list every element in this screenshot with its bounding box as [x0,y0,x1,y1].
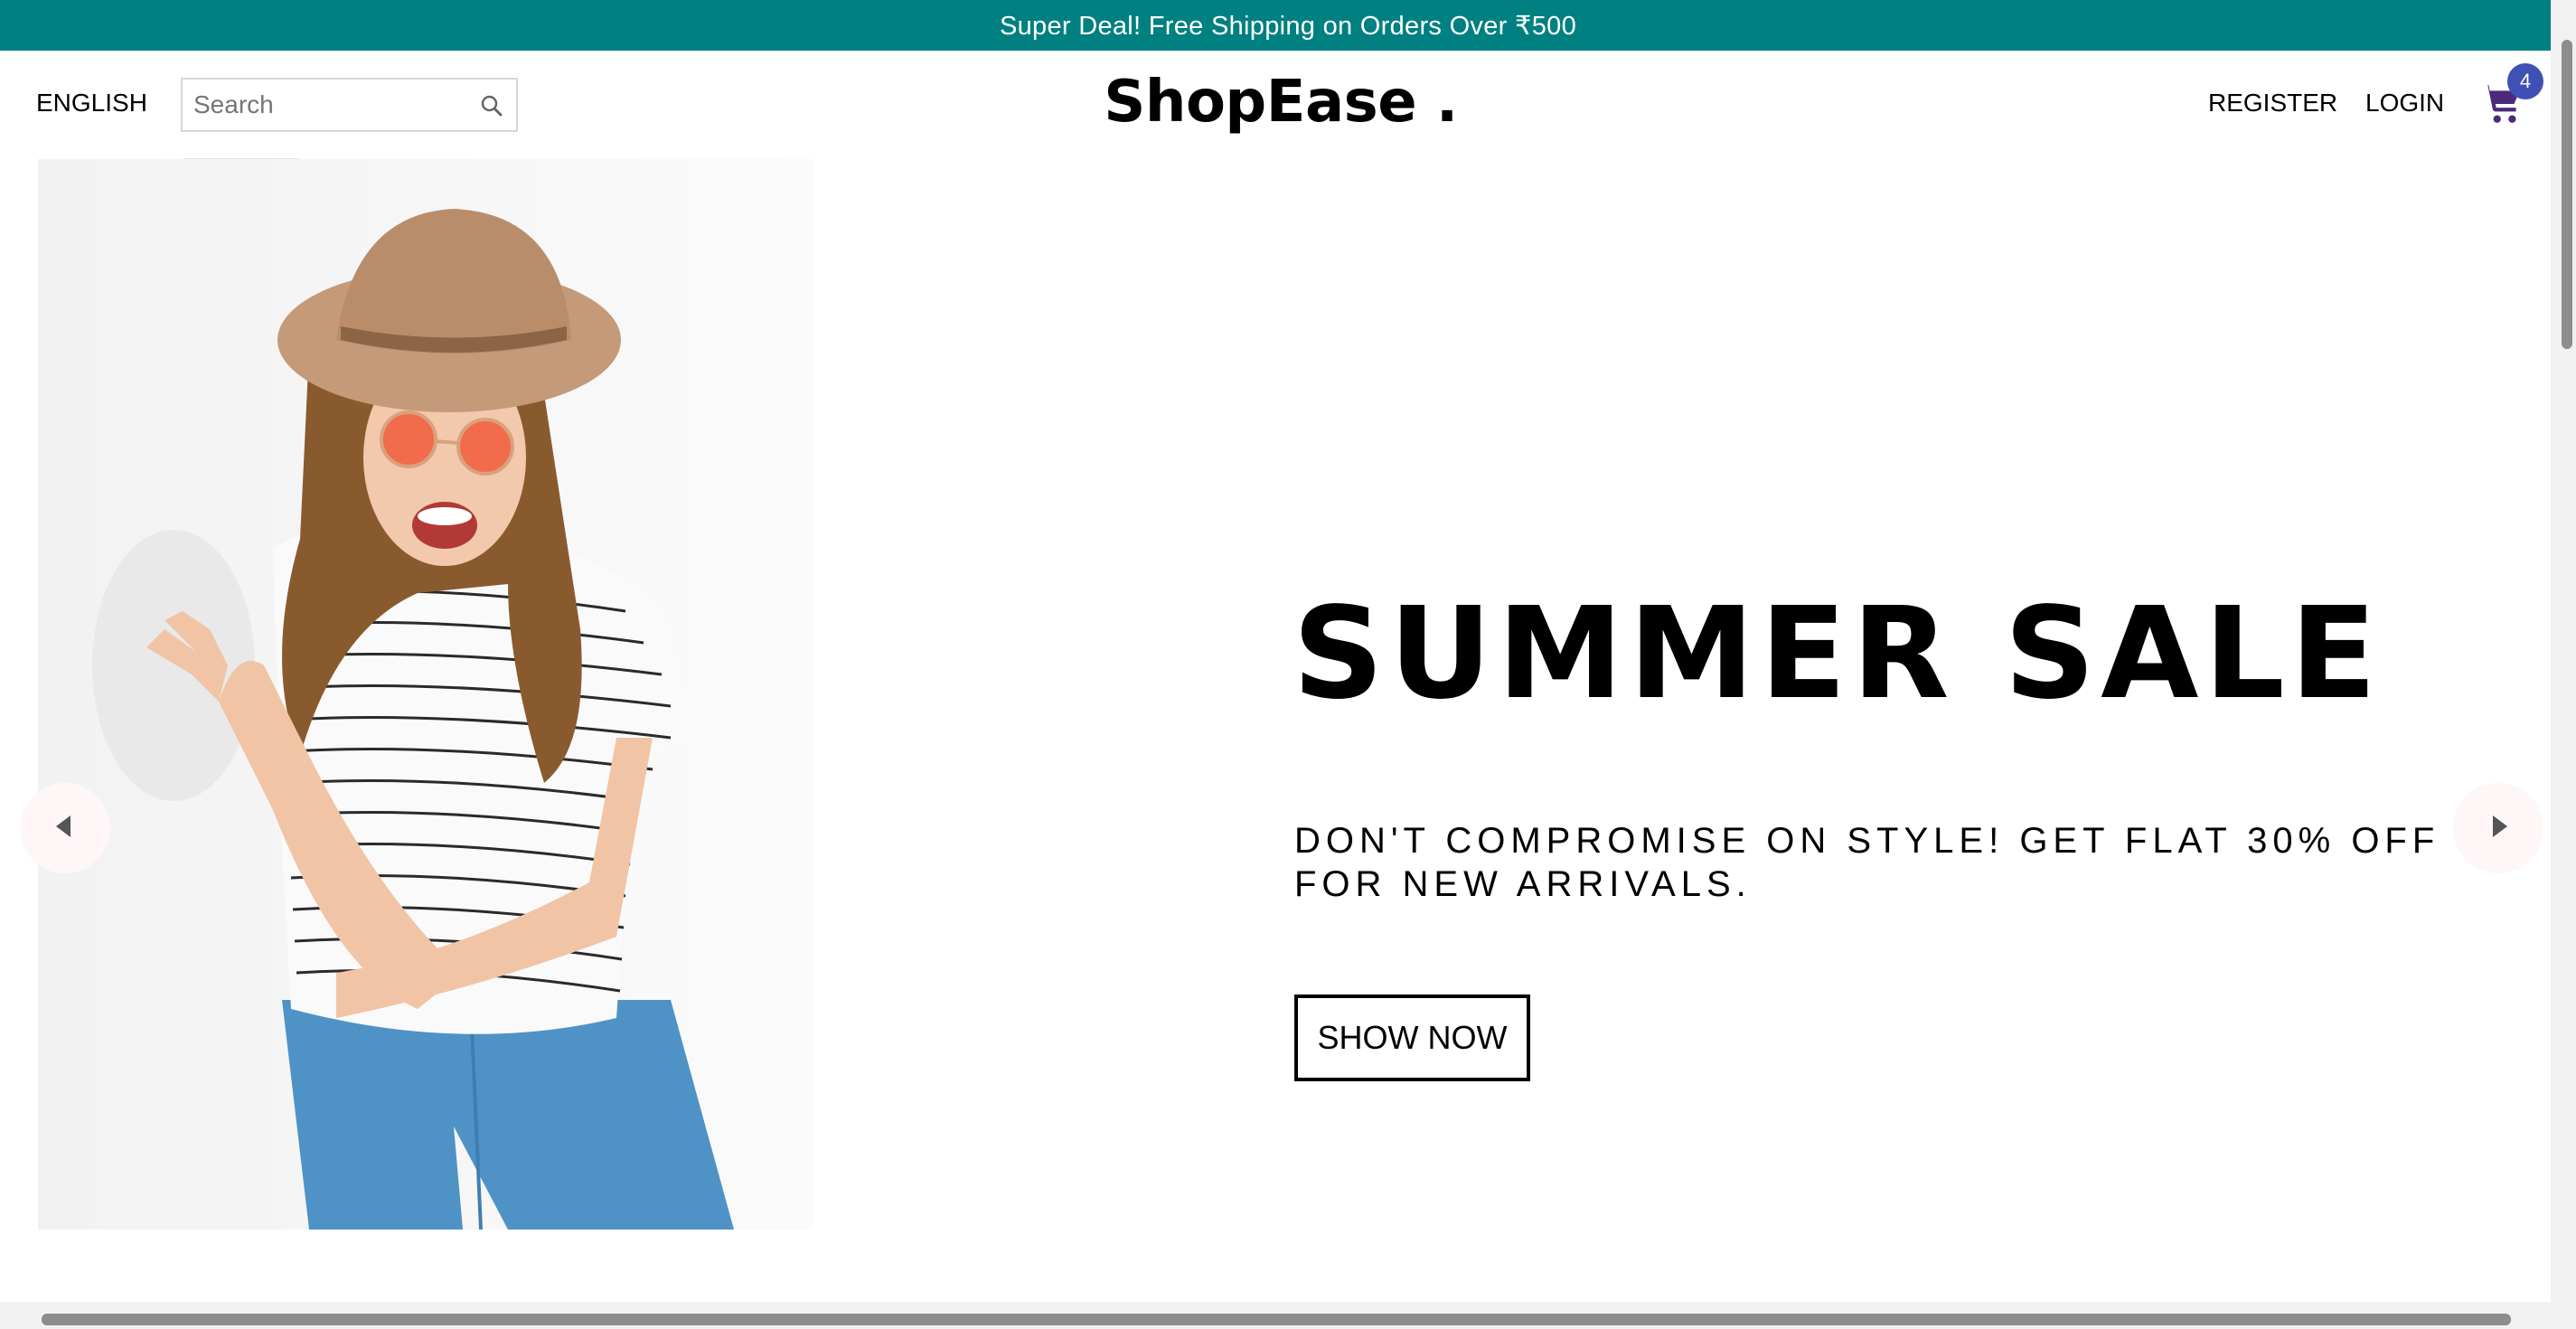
cart-badge: 4 [2507,63,2543,99]
arrow-left-icon [56,815,74,842]
show-now-button[interactable]: SHOW NOW [1294,994,1530,1081]
announcement-bar: Super Deal! Free Shipping on Orders Over… [0,0,2576,51]
hero-title: SUMMER SALE [1293,580,2383,728]
navbar: ENGLISH ShopEase . REGISTER LOGIN [0,51,2551,157]
announcement-text: Super Deal! Free Shipping on Orders Over… [999,11,1577,41]
logo[interactable]: ShopEase . [0,69,2562,136]
login-link[interactable]: LOGIN [2365,89,2444,118]
page: Super Deal! Free Shipping on Orders Over… [0,0,2576,1329]
vertical-scroll-thumb[interactable] [2562,40,2572,349]
hero-description: DON'T COMPROMISE ON STYLE! GET FLAT 30% … [1294,821,2440,904]
arrow-right-icon [2489,815,2507,842]
horizontal-scroll-thumb[interactable] [42,1314,2511,1325]
carousel-prev-button[interactable] [20,783,110,873]
hero-image [38,159,813,1230]
register-link[interactable]: REGISTER [2208,89,2337,118]
